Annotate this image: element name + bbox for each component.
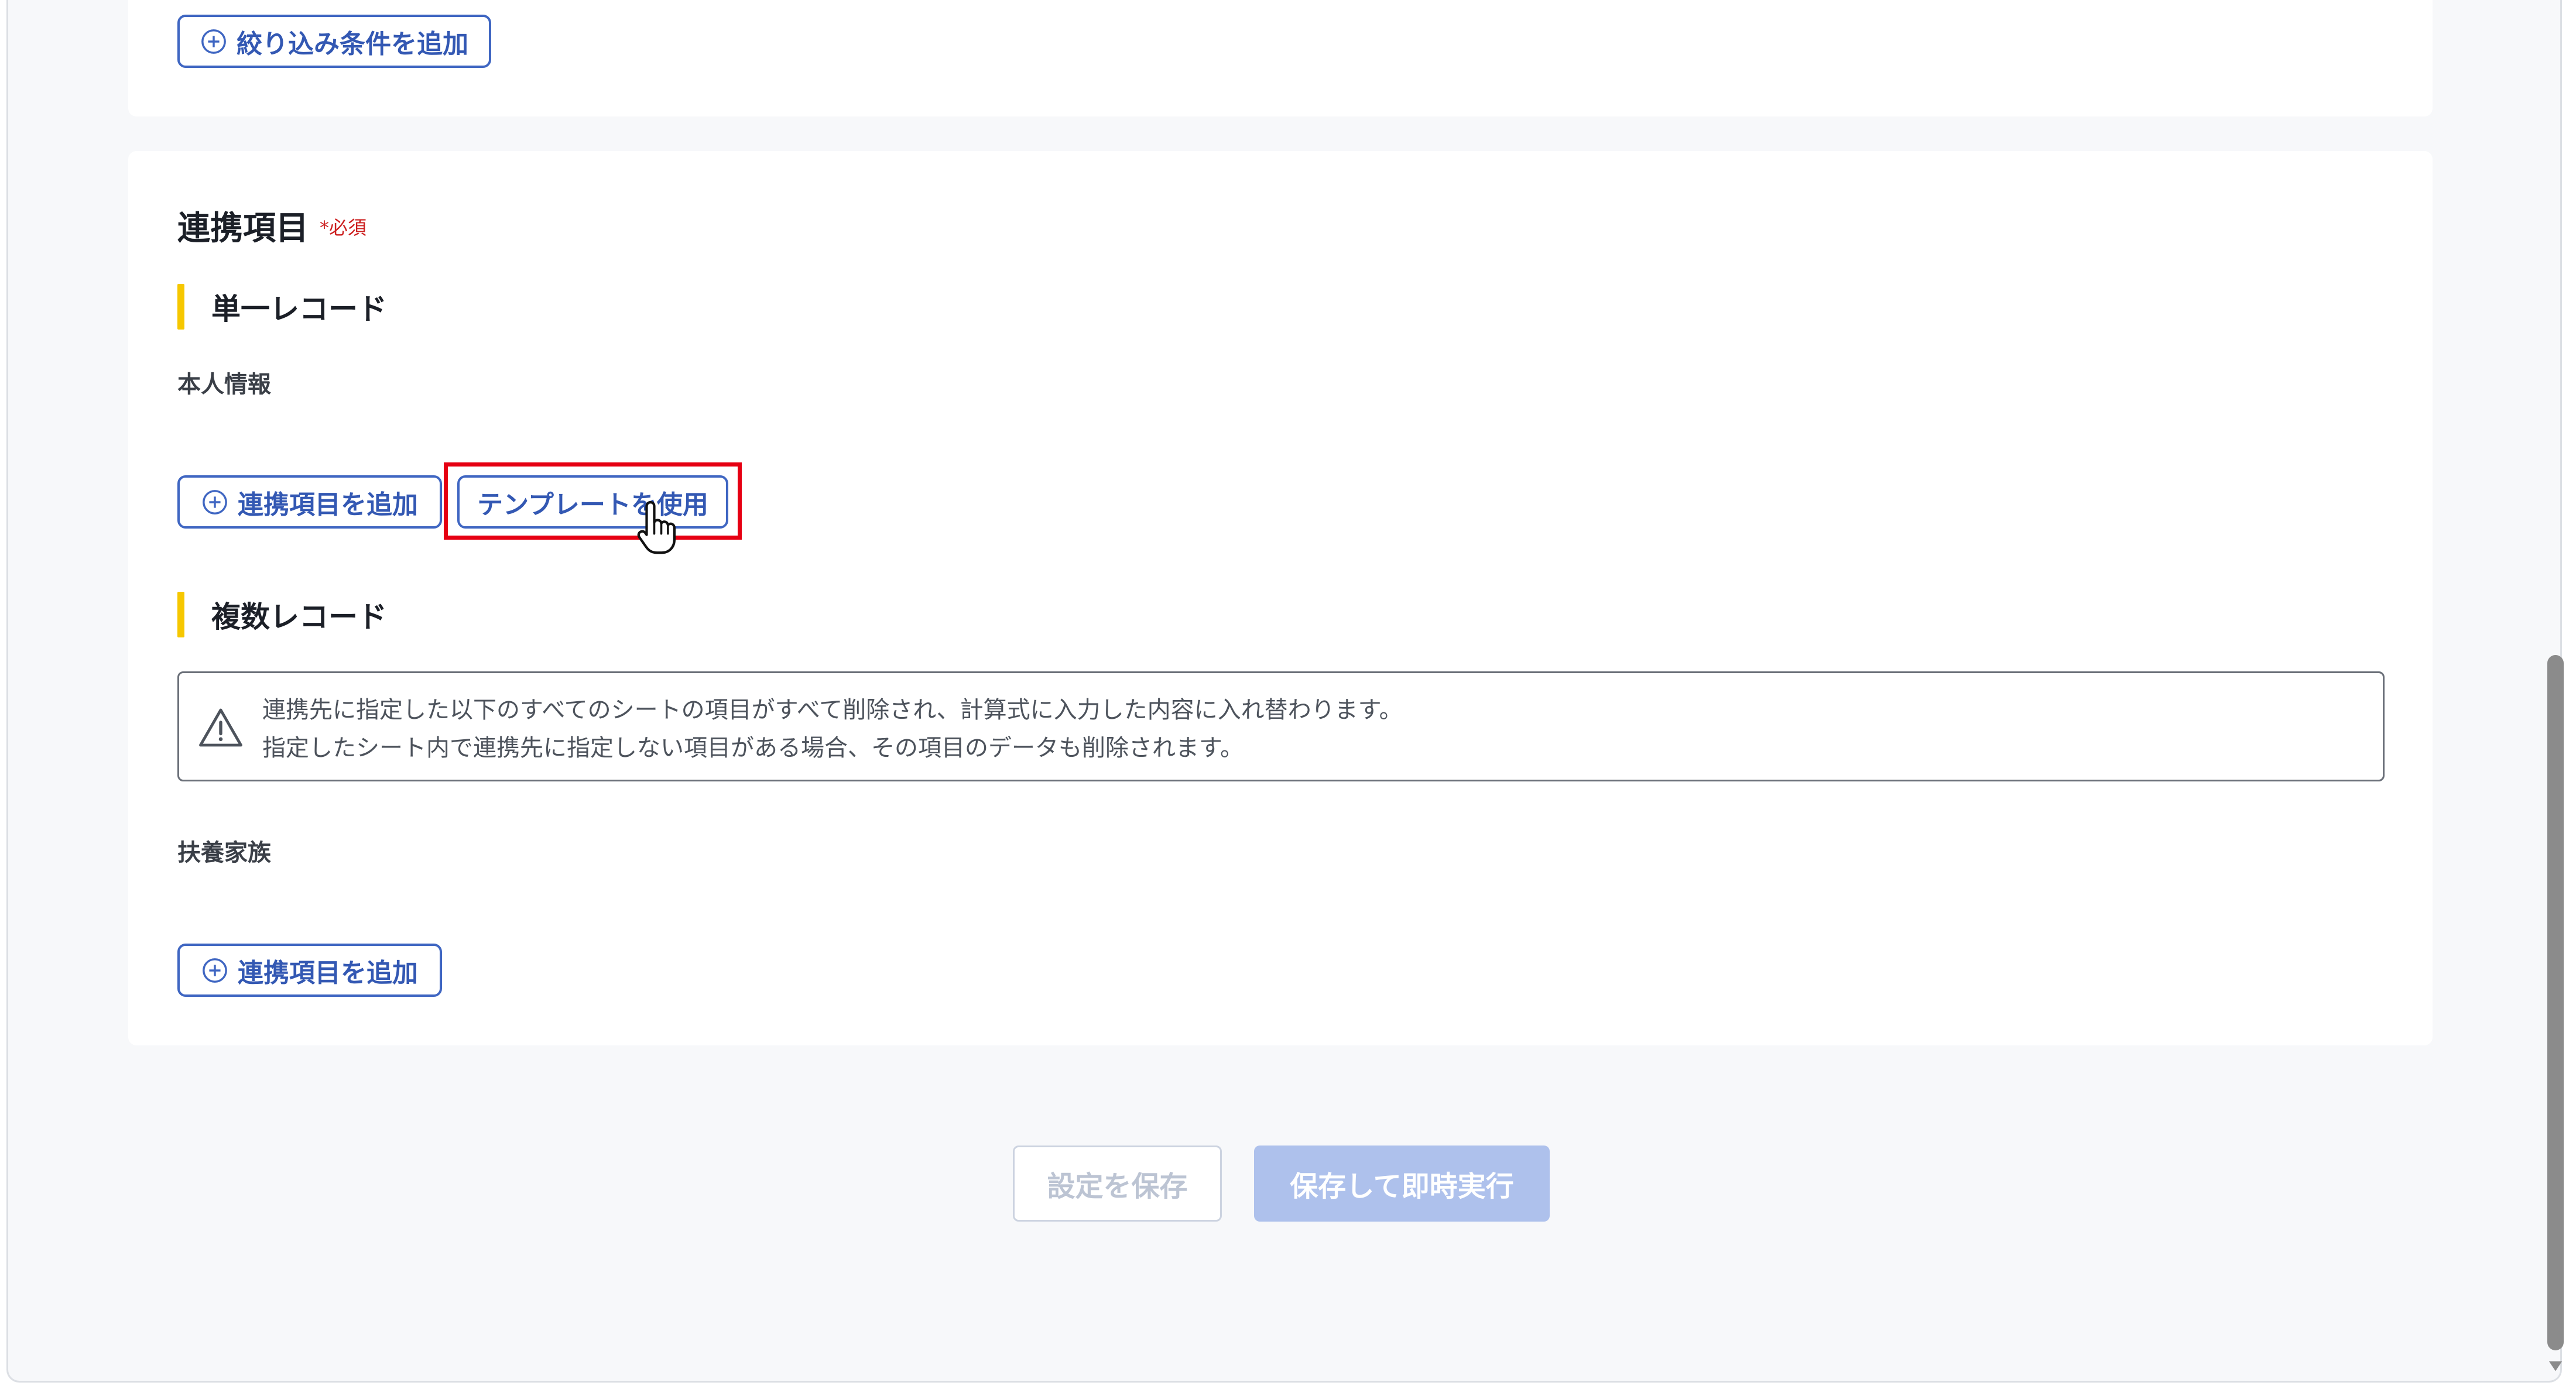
section-bar <box>177 284 184 330</box>
warning-triangle-icon <box>199 708 242 747</box>
vertical-scrollbar[interactable] <box>2543 0 2568 1380</box>
multi-record-heading: 複数レコード <box>177 592 387 637</box>
integration-card <box>128 151 2433 1045</box>
add-integration-item-button-multi[interactable]: 連携項目を追加 <box>177 944 442 997</box>
scroll-down-arrow-icon[interactable] <box>2547 1358 2564 1374</box>
single-record-heading: 単一レコード <box>177 284 387 330</box>
filter-card: 絞り込み条件を追加 <box>128 0 2433 116</box>
add-integration-item-multi-label: 連携項目を追加 <box>238 958 418 988</box>
section-bar <box>177 592 184 637</box>
add-integration-item-label: 連携項目を追加 <box>238 489 418 520</box>
single-record-group-label: 本人情報 <box>177 371 271 398</box>
plus-circle-icon <box>203 489 227 515</box>
plus-circle-icon <box>203 958 227 983</box>
add-integration-item-button[interactable]: 連携項目を追加 <box>177 475 442 529</box>
section-title: 連携項目 <box>177 210 309 248</box>
required-label: *必須 <box>320 217 367 239</box>
warning-text-line-2: 指定したシート内で連携先に指定しない項目がある場合、その項目のデータも削除されま… <box>262 735 1244 762</box>
hand-pointer-icon <box>637 501 676 554</box>
multi-record-heading-text: 複数レコード <box>211 600 387 634</box>
use-template-button[interactable]: テンプレートを使用 <box>457 475 728 529</box>
save-settings-button[interactable]: 設定を保存 <box>1013 1146 1222 1222</box>
scrollbar-thumb[interactable] <box>2547 655 2564 1350</box>
add-filter-condition-label: 絞り込み条件を追加 <box>237 29 468 59</box>
app-window: 絞り込み条件を追加 連携項目 *必須 単一レコード 本人情報 連携項目を追加 テ… <box>6 0 2564 1383</box>
warning-text-line-1: 連携先に指定した以下のすべてのシートの項目がすべて削除され、計算式に入力した内容… <box>262 697 1403 723</box>
multi-record-group-label: 扶養家族 <box>177 839 271 866</box>
save-and-run-button[interactable]: 保存して即時実行 <box>1254 1146 1550 1222</box>
plus-circle-icon <box>201 29 226 54</box>
warning-box: 連携先に指定した以下のすべてのシートの項目がすべて削除され、計算式に入力した内容… <box>177 671 2385 781</box>
single-record-heading-text: 単一レコード <box>211 292 387 326</box>
add-filter-condition-button[interactable]: 絞り込み条件を追加 <box>177 15 491 68</box>
